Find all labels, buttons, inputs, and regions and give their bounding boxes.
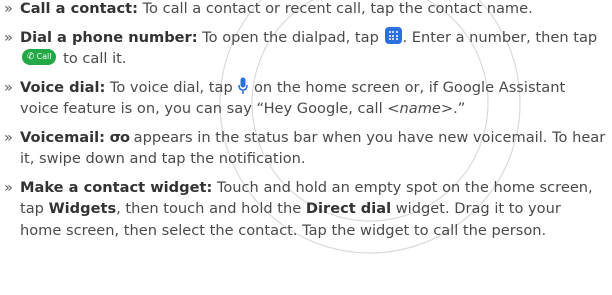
bullet: » bbox=[4, 28, 13, 46]
placeholder-name: <name> bbox=[387, 100, 454, 117]
text-voicemail: appears in the status bar when you have … bbox=[20, 128, 606, 168]
call-button-label: Call bbox=[36, 52, 52, 61]
document-page: » Call a contact: To call a contact or r… bbox=[0, 0, 612, 293]
term-voice-dial: Voice dial: bbox=[20, 78, 106, 96]
dialpad-icon bbox=[384, 27, 402, 44]
bullet: » bbox=[4, 0, 13, 17]
term-contact-widget: Make a contact widget: bbox=[20, 178, 213, 196]
widgets-label: Widgets bbox=[48, 200, 117, 217]
text-call-contact: To call a contact or recent call, tap th… bbox=[137, 0, 533, 17]
list-item-call-contact: » Call a contact: To call a contact or r… bbox=[0, 0, 612, 20]
bullet: » bbox=[4, 78, 13, 96]
list-item-voice-dial: » Voice dial: To voice dial, tap on the … bbox=[0, 77, 612, 120]
bullet: » bbox=[4, 178, 13, 196]
text-dial-number-c: to call it. bbox=[58, 50, 127, 67]
text-voice-dial-a: To voice dial, tap bbox=[105, 78, 238, 96]
text-dial-number-b: . Enter a number, then tap bbox=[402, 28, 598, 46]
list-item-voicemail: » Voicemail: σο appears in the status ba… bbox=[0, 127, 612, 170]
text-dial-number-a: To open the dialpad, tap bbox=[197, 28, 384, 46]
list-item-contact-widget: » Make a contact widget: Touch and hold … bbox=[0, 177, 612, 242]
voicemail-icon: σο bbox=[109, 128, 130, 146]
text-voice-dial-c: .” bbox=[453, 100, 466, 117]
text-contact-widget-b: , then touch and hold the bbox=[116, 200, 306, 217]
call-button: ✆ Call bbox=[22, 49, 57, 65]
term-voicemail: Voicemail: bbox=[20, 128, 105, 146]
bullet: » bbox=[4, 128, 13, 146]
phone-icon: ✆ bbox=[27, 52, 35, 62]
term-dial-number: Dial a phone number: bbox=[20, 28, 198, 46]
term-call-contact: Call a contact: bbox=[20, 0, 138, 17]
direct-dial-label: Direct dial bbox=[305, 200, 392, 217]
list-item-dial-number: » Dial a phone number: To open the dialp… bbox=[0, 27, 612, 70]
microphone-icon bbox=[238, 77, 249, 94]
